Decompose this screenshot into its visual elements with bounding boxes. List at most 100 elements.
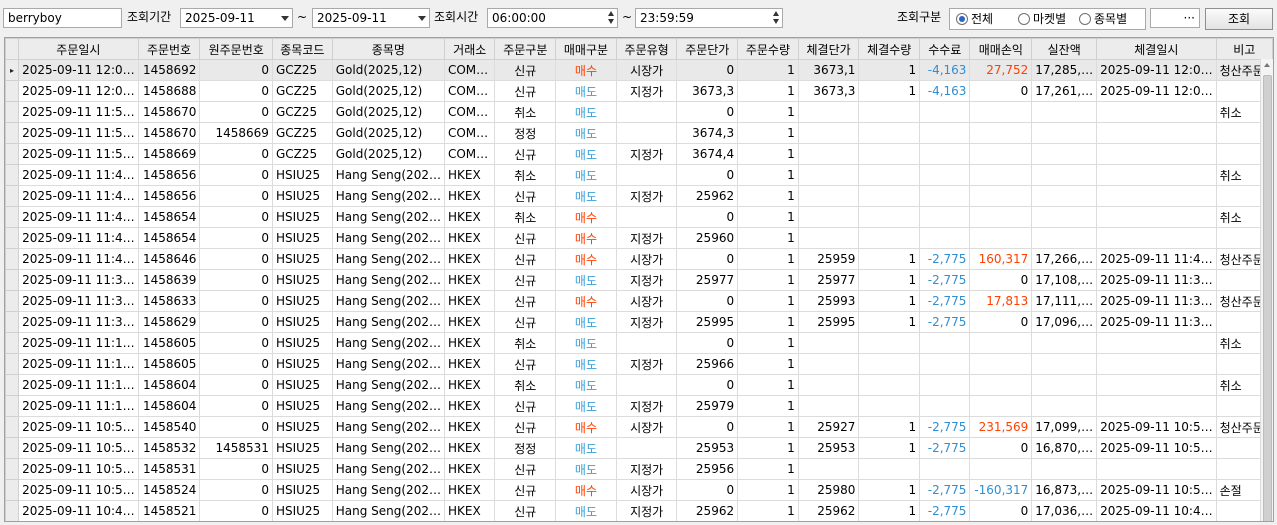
cell-symbol-code: HSIU25 — [271, 353, 333, 375]
vertical-scrollbar[interactable] — [1260, 59, 1273, 521]
column-header-fill-qty[interactable]: 체결수량 — [858, 38, 921, 60]
row-indicator[interactable] — [5, 500, 20, 521]
row-indicator[interactable] — [5, 101, 20, 123]
date-to-value: 2025-09-11 — [317, 11, 387, 25]
column-header-fill-price[interactable]: 체결단가 — [797, 38, 860, 60]
cell-symbol-code: GCZ25 — [271, 80, 333, 102]
table-row[interactable]: 2025-09-11 10:4… 1458521 0 HSIU25 Hang Seng(… — [5, 500, 1273, 521]
row-indicator[interactable] — [5, 458, 20, 480]
cell-fee — [919, 227, 971, 249]
cell-order-time: 2025-09-11 12:0… — [18, 80, 139, 102]
cell-fill-price — [797, 122, 860, 144]
row-indicator[interactable] — [5, 143, 20, 165]
column-header-symbol-name[interactable]: 종목명 — [331, 38, 445, 60]
row-selected-icon[interactable]: ▸ — [5, 59, 20, 81]
cell-order-price: 25966 — [676, 353, 739, 375]
cell-fill-qty: 1 — [858, 416, 921, 438]
table-row[interactable]: 2025-09-11 11:4… 1458656 0 HSIU25 Hang Seng(… — [5, 164, 1273, 186]
table-row[interactable]: 2025-09-11 11:1… 1458604 0 HSIU25 Hang Seng(… — [5, 395, 1273, 417]
row-indicator[interactable] — [5, 374, 20, 396]
cell-fill-qty — [858, 143, 921, 165]
cell-orig-order-no: 0 — [199, 374, 273, 396]
table-row[interactable]: 2025-09-11 12:0… 1458688 0 GCZ25 Gold(2025,1… — [5, 80, 1273, 102]
column-header-fill-time[interactable]: 체결일시 — [1096, 38, 1217, 60]
row-indicator[interactable] — [5, 248, 20, 270]
table-row[interactable]: 2025-09-11 11:1… 1458604 0 HSIU25 Hang Seng(… — [5, 374, 1273, 396]
column-header-balance[interactable]: 실잔액 — [1031, 38, 1098, 60]
row-indicator[interactable] — [5, 332, 20, 354]
spin-down-icon[interactable] — [608, 19, 614, 24]
date-from-picker[interactable]: 2025-09-11 — [180, 8, 293, 28]
table-row[interactable]: 2025-09-11 10:5… 1458531 0 HSIU25 Hang Seng(… — [5, 458, 1273, 480]
table-row[interactable]: 2025-09-11 11:3… 1458633 0 HSIU25 Hang Seng(… — [5, 290, 1273, 312]
column-header-order-kind[interactable]: 주문구분 — [494, 38, 557, 60]
table-row[interactable]: 2025-09-11 11:4… 1458646 0 HSIU25 Hang Seng(… — [5, 248, 1273, 270]
account-field[interactable]: berryboy — [3, 8, 122, 28]
cell-balance — [1031, 185, 1098, 207]
table-row[interactable]: 2025-09-11 11:4… 1458654 0 HSIU25 Hang Seng(… — [5, 206, 1273, 228]
table-row[interactable]: 2025-09-11 11:3… 1458639 0 HSIU25 Hang Seng(… — [5, 269, 1273, 291]
table-row[interactable]: 2025-09-11 10:5… 1458524 0 HSIU25 Hang Seng(… — [5, 479, 1273, 501]
row-indicator[interactable] — [5, 164, 20, 186]
table-row[interactable]: 2025-09-11 11:1… 1458605 0 HSIU25 Hang Seng(… — [5, 332, 1273, 354]
column-header-exchange[interactable]: 거래소 — [443, 38, 496, 60]
column-header-order-price[interactable]: 주문단가 — [676, 38, 739, 60]
row-indicator[interactable] — [5, 437, 20, 459]
table-row[interactable]: 2025-09-11 10:5… 1458532 1458531 HSIU25 Hang… — [5, 437, 1273, 459]
cell-order-type — [615, 164, 678, 186]
row-indicator[interactable] — [5, 353, 20, 375]
column-header-fee[interactable]: 수수료 — [919, 38, 971, 60]
column-header-note[interactable]: 비고 — [1215, 38, 1273, 60]
row-indicator[interactable] — [5, 227, 20, 249]
cell-balance: 17,036,… — [1031, 500, 1098, 521]
column-header-order-no[interactable]: 주문번호 — [137, 38, 201, 60]
table-row[interactable]: 2025-09-11 11:4… 1458654 0 HSIU25 Hang Seng(… — [5, 227, 1273, 249]
table-row[interactable]: 2025-09-11 10:5… 1458540 0 HSIU25 Hang Seng(… — [5, 416, 1273, 438]
time-to-spinner[interactable]: 23:59:59 — [635, 8, 783, 28]
row-indicator[interactable] — [5, 80, 20, 102]
table-row[interactable]: ▸ 2025-09-11 12:0… 1458692 0 GCZ25 Gold(2025,… — [5, 59, 1273, 81]
column-header-pnl[interactable]: 매매손익 — [969, 38, 1033, 60]
row-indicator[interactable] — [5, 311, 20, 333]
table-row[interactable]: 2025-09-11 11:3… 1458629 0 HSIU25 Hang Seng(… — [5, 311, 1273, 333]
scrollbar-thumb[interactable] — [1263, 75, 1272, 521]
table-row[interactable]: 2025-09-11 11:5… 1458670 0 GCZ25 Gold(2025,1… — [5, 101, 1273, 123]
search-button[interactable]: 조회 — [1205, 8, 1273, 30]
table-row[interactable]: 2025-09-11 11:4… 1458656 0 HSIU25 Hang Seng(… — [5, 185, 1273, 207]
chevron-down-icon[interactable] — [281, 16, 289, 21]
table-row[interactable]: 2025-09-11 11:5… 1458669 0 GCZ25 Gold(2025,1… — [5, 143, 1273, 165]
row-indicator[interactable] — [5, 185, 20, 207]
column-header-order-type[interactable]: 주문유형 — [615, 38, 678, 60]
column-header-order-qty[interactable]: 주문수량 — [737, 38, 799, 60]
row-indicator[interactable] — [5, 395, 20, 417]
cell-side: 매도 — [555, 437, 617, 459]
column-header-orig-order-no[interactable]: 원주문번호 — [199, 38, 273, 60]
cell-order-qty: 1 — [737, 206, 799, 228]
column-header-side[interactable]: 매매구분 — [555, 38, 617, 60]
row-indicator-header — [5, 38, 20, 60]
radio-symbol[interactable]: 종목별 — [1079, 11, 1141, 27]
row-indicator[interactable] — [5, 479, 20, 501]
cell-symbol-code: HSIU25 — [271, 437, 333, 459]
table-row[interactable]: 2025-09-11 11:1… 1458605 0 HSIU25 Hang Seng(… — [5, 353, 1273, 375]
table-row[interactable]: 2025-09-11 11:5… 1458670 1458669 GCZ25 Gold(… — [5, 122, 1273, 144]
chevron-down-icon[interactable] — [418, 16, 426, 21]
spin-up-icon[interactable] — [608, 11, 614, 16]
spin-up-icon[interactable] — [773, 11, 779, 16]
row-indicator[interactable] — [5, 122, 20, 144]
column-header-symbol-code[interactable]: 종목코드 — [271, 38, 333, 60]
more-options-field[interactable]: ··· — [1150, 8, 1200, 28]
radio-all[interactable]: 전체 — [956, 11, 1006, 27]
cell-fee — [919, 395, 971, 417]
column-header-order-time[interactable]: 주문일시 — [18, 38, 139, 60]
time-from-spinner[interactable]: 06:00:00 — [487, 8, 618, 28]
row-indicator[interactable] — [5, 416, 20, 438]
row-indicator[interactable] — [5, 206, 20, 228]
date-to-picker[interactable]: 2025-09-11 — [312, 8, 430, 28]
spin-down-icon[interactable] — [773, 19, 779, 24]
row-indicator[interactable] — [5, 290, 20, 312]
radio-market[interactable]: 마켓별 — [1018, 11, 1076, 27]
row-indicator[interactable] — [5, 269, 20, 291]
scroll-up-icon[interactable] — [1264, 63, 1270, 67]
cell-order-price: 25960 — [676, 227, 739, 249]
